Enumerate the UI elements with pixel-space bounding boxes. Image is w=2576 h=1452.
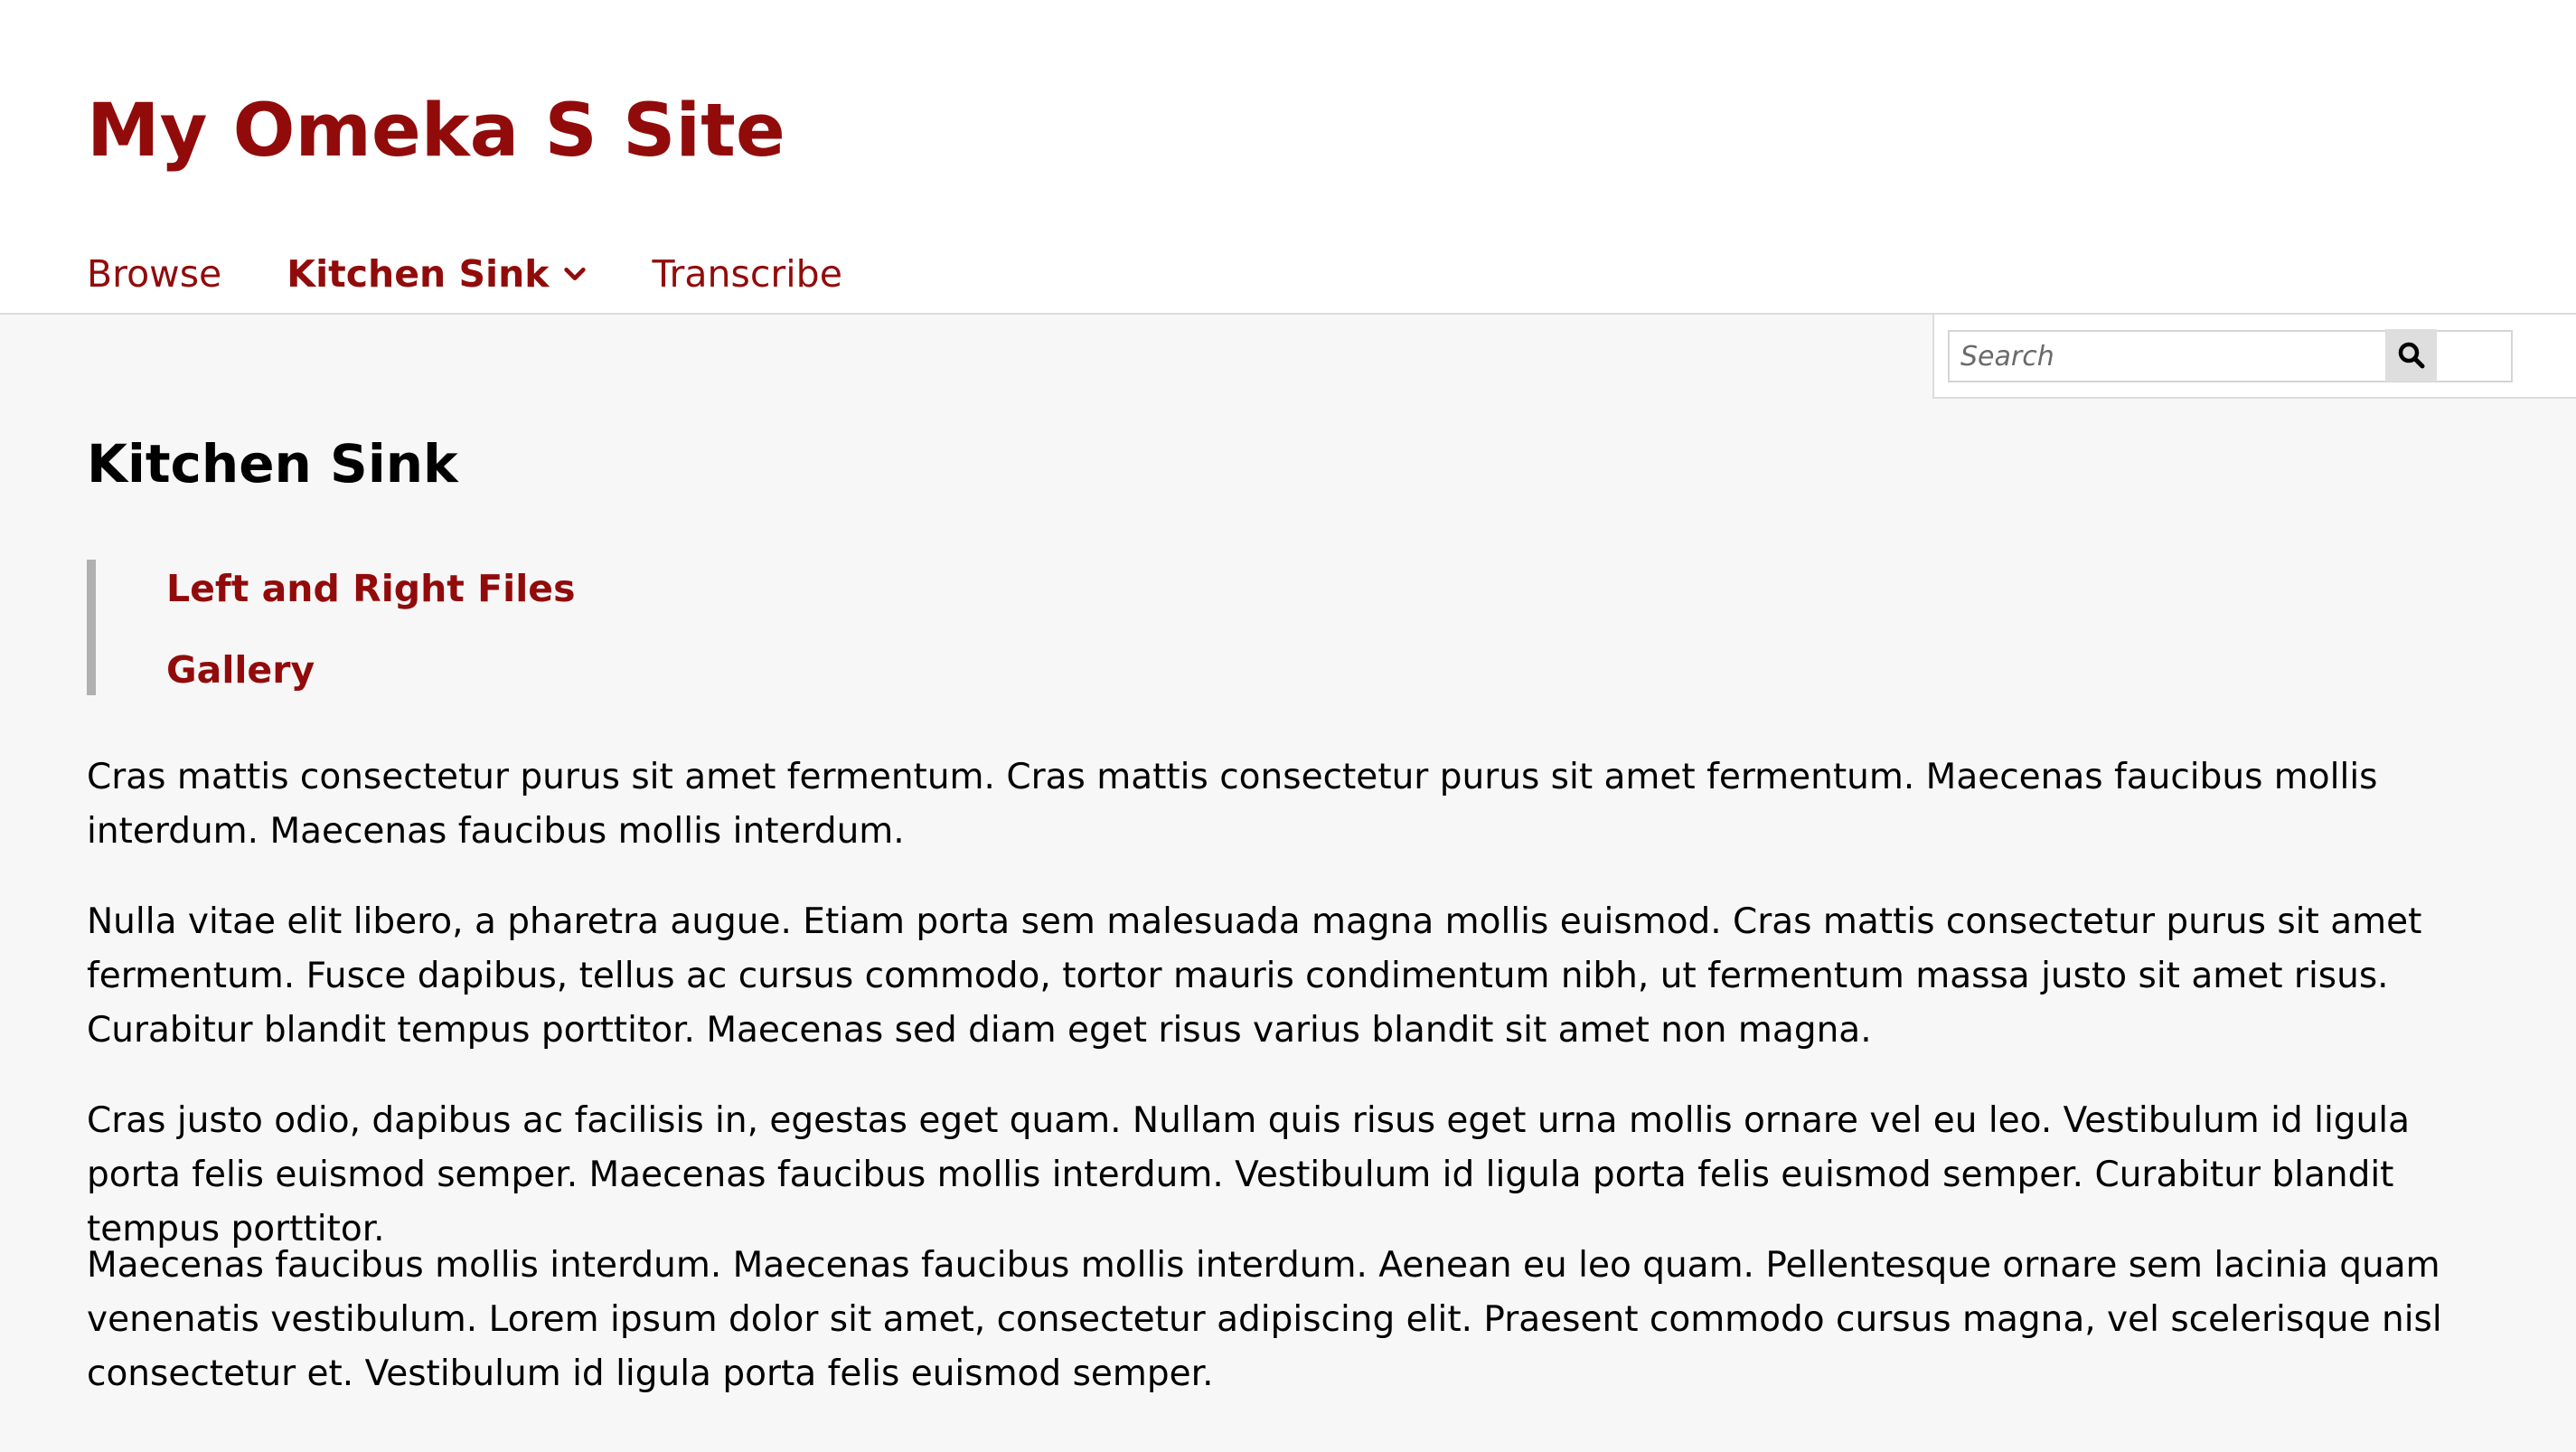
nav-item-transcribe[interactable]: Transcribe [653,252,842,296]
main-navigation: Browse Kitchen Sink Transcribe [87,244,842,304]
search-panel [1932,315,2576,399]
body-paragraph: Cras justo odio, dapibus ac facilisis in… [87,1100,2411,1249]
nav-item-label: Transcribe [652,252,842,296]
search-icon [2398,342,2424,369]
subpage-list: Left and Right Files Gallery [87,560,1171,695]
body-paragraph: Maecenas faucibus mollis interdum. Maece… [87,1245,2442,1394]
nav-item-label: Browse [87,252,222,296]
body-paragraph: Cras mattis consectetur purus sit amet f… [87,757,2378,852]
site-header: My Omeka S Site Browse Kitchen Sink Tran… [0,0,2576,315]
chevron-down-icon[interactable] [562,261,588,287]
subpage-link-left-and-right-files[interactable]: Left and Right Files [166,563,575,614]
subpage-link-gallery[interactable]: Gallery [166,645,315,695]
nav-item-kitchen-sink[interactable]: Kitchen Sink [287,252,587,296]
search-button[interactable] [2385,329,2437,382]
nav-item-label: Kitchen Sink [287,252,550,296]
site-title-link[interactable]: My Omeka S Site [87,80,785,183]
body-paragraph: Nulla vitae elit libero, a pharetra augu… [87,901,2422,1051]
nav-item-browse[interactable]: Browse [87,252,221,296]
page-title: Kitchen Sink [87,433,458,495]
